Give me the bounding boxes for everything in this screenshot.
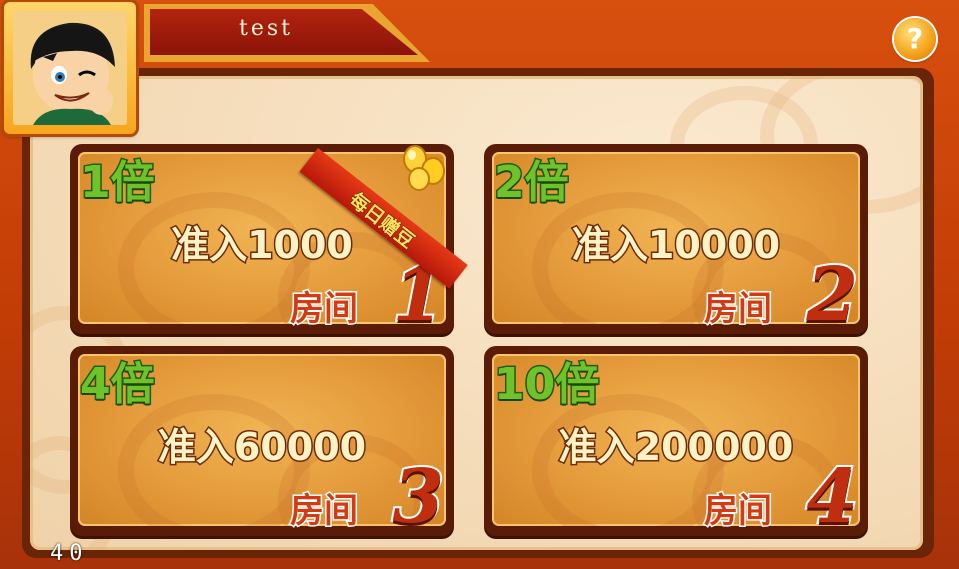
player-name: test [239, 16, 293, 41]
multiplier-label: 2倍 [493, 156, 571, 210]
room-card-4[interactable]: 10倍 准入200000 房间 4 [484, 346, 868, 542]
fps-counter: 40 [50, 541, 89, 566]
room-label: 房间 [289, 490, 360, 533]
gold-beans-icon [403, 145, 445, 191]
multiplier-label: 10倍 [492, 358, 600, 412]
room-card-3[interactable]: 4倍 准入60000 房间 3 [70, 346, 454, 542]
multiplier-label: 4倍 [79, 358, 157, 412]
multiplier-label: 1倍 [79, 156, 157, 210]
room-number: 4 [805, 452, 860, 542]
avatar-portrait [13, 11, 127, 125]
room-card-2[interactable]: 2倍 准入10000 房间 2 [484, 144, 868, 340]
player-avatar[interactable] [4, 2, 136, 134]
room-label: 房间 [703, 288, 774, 331]
boy-face-icon [13, 11, 127, 125]
room-number: 2 [805, 250, 860, 340]
room-number: 3 [391, 452, 446, 542]
room-label: 房间 [289, 288, 360, 331]
room-label: 房间 [703, 490, 774, 533]
help-button[interactable]: ? [894, 18, 936, 60]
